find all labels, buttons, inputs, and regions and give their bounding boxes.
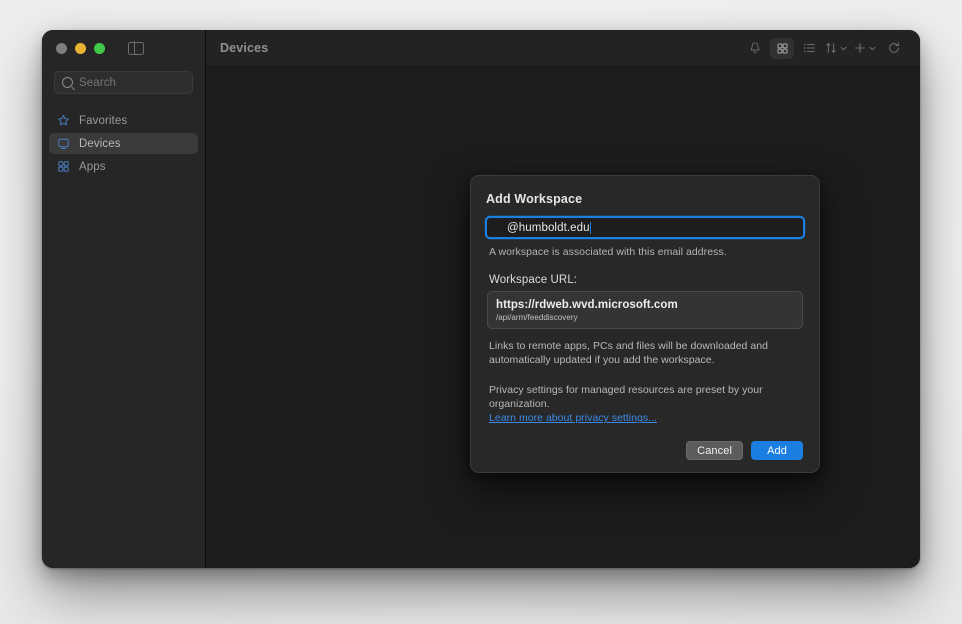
privacy-settings-link[interactable]: Learn more about privacy settings... <box>489 412 801 424</box>
email-hint: A workspace is associated with this emai… <box>489 246 727 258</box>
sidebar: Search Favorites Devices Apps <box>42 30 206 568</box>
workspace-url-box[interactable]: https://rdweb.wvd.microsoft.com /api/arm… <box>487 291 803 329</box>
sidebar-item-favorites[interactable]: Favorites <box>49 110 198 131</box>
sidebar-item-apps[interactable]: Apps <box>49 156 198 177</box>
grid-apps-icon <box>58 161 69 172</box>
dialog-layer: Add Workspace @humboldt.edu A workspace … <box>206 30 920 568</box>
maximize-button[interactable] <box>94 42 105 54</box>
search-container: Search <box>42 66 205 94</box>
workspace-url-path: /api/arm/feeddiscovery <box>496 313 578 322</box>
window-controls <box>42 30 205 66</box>
sidebar-nav: Favorites Devices Apps <box>42 110 205 177</box>
search-placeholder: Search <box>79 76 117 89</box>
privacy-text: Privacy settings for managed resources a… <box>489 383 763 410</box>
star-icon <box>58 114 69 126</box>
sidebar-toggle-icon[interactable] <box>128 41 144 55</box>
app-window: Search Favorites Devices Apps Devices Ad… <box>42 30 920 568</box>
sidebar-item-devices[interactable]: Devices <box>49 133 198 154</box>
minimize-button[interactable] <box>75 42 86 54</box>
add-button-primary[interactable]: Add <box>751 441 803 461</box>
workspace-url-value: https://rdweb.wvd.microsoft.com <box>496 299 678 311</box>
main-area: Devices Add Workspace @humboldt.edu A wo… <box>206 30 920 568</box>
sidebar-item-label: Devices <box>79 137 121 150</box>
sidebar-item-label: Favorites <box>79 114 128 127</box>
email-field-value: @humboldt.edu <box>507 221 590 234</box>
sidebar-item-label: Apps <box>79 160 106 173</box>
cancel-button[interactable]: Cancel <box>686 441 743 461</box>
email-field[interactable]: @humboldt.edu <box>487 218 803 237</box>
display-icon <box>58 138 69 150</box>
dialog-description: Links to remote apps, PCs and files will… <box>489 340 768 366</box>
dialog-actions: Cancel Add <box>485 441 805 461</box>
search-input[interactable]: Search <box>54 71 193 94</box>
text-caret <box>590 221 592 234</box>
search-icon <box>62 77 73 88</box>
close-button[interactable] <box>56 42 67 54</box>
add-workspace-dialog: Add Workspace @humboldt.edu A workspace … <box>470 175 820 474</box>
workspace-url-label: Workspace URL: <box>489 274 578 286</box>
dialog-title: Add Workspace <box>486 192 583 206</box>
